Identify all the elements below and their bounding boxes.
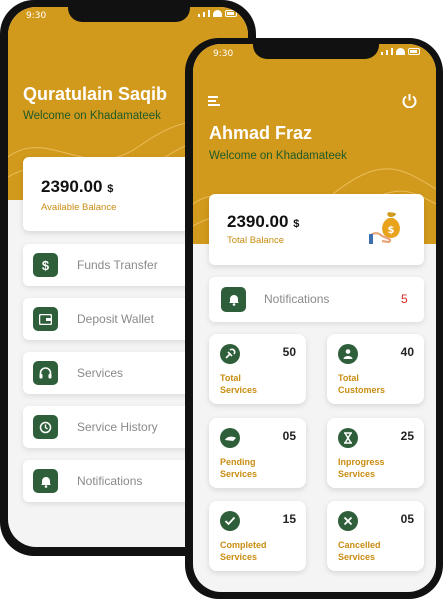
- notch: [68, 7, 190, 22]
- menu-label: Service History: [77, 420, 158, 434]
- tile-cancelled-services[interactable]: 05 Cancelled Services: [327, 501, 424, 571]
- tile-inprogress-services[interactable]: 25 Inprogress Services: [327, 418, 424, 488]
- status-icons: [198, 10, 237, 17]
- svg-text:$: $: [388, 225, 395, 236]
- menu-label: Services: [77, 366, 124, 380]
- menu-label: Notifications: [77, 474, 143, 488]
- pending-icon: [220, 428, 240, 448]
- tile-count: 05: [282, 429, 296, 443]
- tile-count: 25: [400, 429, 414, 443]
- dollar-icon: $: [33, 253, 58, 277]
- user-name: Quratulain Saqib: [23, 84, 168, 104]
- user-name: Ahmad Fraz: [209, 123, 313, 143]
- battery-icon: [408, 48, 420, 55]
- notifications-row[interactable]: Notifications 5: [209, 277, 424, 322]
- balance-card: 2390.00 $ Total Balance $: [209, 194, 424, 265]
- battery-icon: [225, 10, 237, 17]
- headphones-icon: [33, 361, 58, 385]
- tile-count: 05: [400, 512, 414, 526]
- tile-label: Completed Services: [220, 540, 267, 562]
- tile-pending-services[interactable]: 05 Pending Services: [209, 418, 306, 488]
- tile-count: 50: [282, 345, 296, 359]
- notifications-label: Notifications: [264, 292, 330, 306]
- check-icon: [220, 511, 240, 531]
- menu-label: Deposit Wallet: [77, 312, 154, 326]
- tile-count: 15: [282, 512, 296, 526]
- welcome-text: Welcome on Khadamateek: [209, 150, 347, 162]
- bell-icon: [33, 469, 58, 493]
- tile-total-services[interactable]: 50 Total Services: [209, 334, 306, 404]
- money-bag-icon: $: [369, 208, 409, 248]
- balance-label: Available Balance: [41, 202, 117, 213]
- welcome-text: Welcome on Khadamateek: [23, 110, 161, 122]
- notch: [253, 44, 379, 59]
- tile-label: Inprogress Services: [338, 457, 385, 479]
- notifications-count: 5: [401, 292, 408, 306]
- status-time: 9:30: [213, 49, 234, 59]
- wifi-icon: [213, 10, 222, 17]
- tile-label: Cancelled Services: [338, 540, 381, 562]
- history-icon: [33, 415, 58, 439]
- menu-icon[interactable]: [208, 96, 220, 106]
- customers-icon: [338, 344, 358, 364]
- tile-total-customers[interactable]: 40 Total Customers: [327, 334, 424, 404]
- tile-label: Total Services: [220, 373, 258, 395]
- tile-completed-services[interactable]: 15 Completed Services: [209, 501, 306, 571]
- wifi-icon: [396, 48, 405, 55]
- balance-label: Total Balance: [227, 235, 285, 246]
- tile-count: 40: [400, 345, 414, 359]
- power-icon[interactable]: [402, 93, 417, 109]
- cancel-icon: [338, 511, 358, 531]
- tile-label: Total Customers: [338, 373, 386, 395]
- services-icon: [220, 344, 240, 364]
- hourglass-icon: [338, 428, 358, 448]
- front-phone: 9:30 Ahmad Fraz Welcome on Khadamateek 2…: [185, 38, 443, 599]
- tile-label: Pending Services: [220, 457, 258, 479]
- bell-icon: [221, 287, 246, 312]
- wallet-icon: [33, 307, 58, 331]
- front-screen: 9:30 Ahmad Fraz Welcome on Khadamateek 2…: [193, 44, 436, 592]
- status-icons: [381, 48, 420, 55]
- status-time: 9:30: [26, 11, 47, 21]
- menu-label: Funds Transfer: [77, 258, 158, 272]
- balance-amount: 2390.00 $: [227, 212, 300, 231]
- balance-amount: 2390.00 $: [41, 177, 114, 196]
